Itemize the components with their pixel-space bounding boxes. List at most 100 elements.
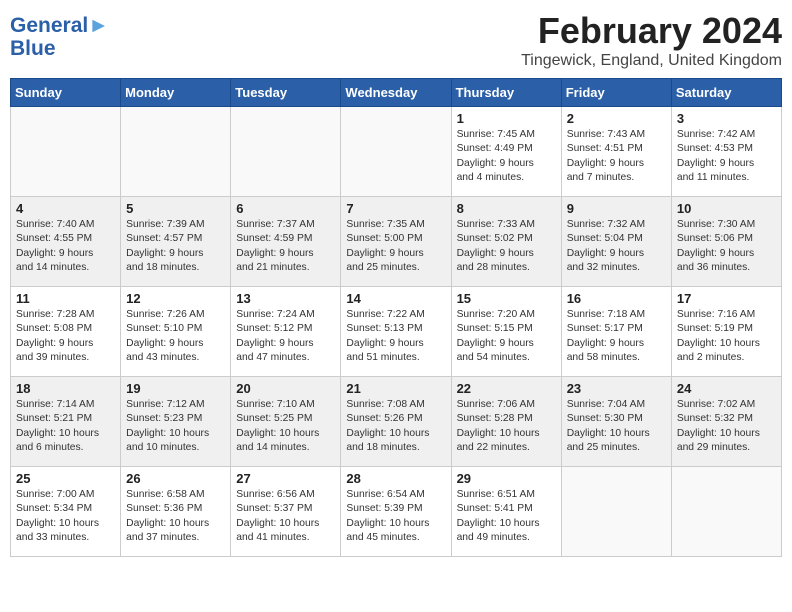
day-number: 26 bbox=[126, 471, 225, 486]
day-number: 7 bbox=[346, 201, 445, 216]
day-cell: 5Sunrise: 7:39 AM Sunset: 4:57 PM Daylig… bbox=[121, 197, 231, 287]
col-header-saturday: Saturday bbox=[671, 79, 781, 107]
day-info: Sunrise: 7:40 AM Sunset: 4:55 PM Dayligh… bbox=[16, 218, 115, 276]
day-info: Sunrise: 7:24 AM Sunset: 5:12 PM Dayligh… bbox=[236, 308, 335, 366]
day-cell: 13 Sunrise: 7:24 AM Sunset: 5:12 PM Dayli… bbox=[231, 287, 341, 377]
day-cell: 3 Sunrise: 7:42 AM Sunset: 4:53 PM Daylig… bbox=[671, 107, 781, 197]
day-info: Sunrise: 7:16 AM Sunset: 5:19 PM Dayligh… bbox=[677, 308, 776, 366]
day-cell: 18 Sunrise: 7:14 AM Sunset: 5:21 PM Dayli… bbox=[11, 377, 121, 467]
day-number: 14 bbox=[346, 291, 445, 306]
day-info: Sunrise: 7:35 AM Sunset: 5:00 PM Dayligh… bbox=[346, 218, 445, 276]
day-cell: 1 Sunrise: 7:45 AM Sunset: 4:49 PM Daylig… bbox=[451, 107, 561, 197]
col-header-monday: Monday bbox=[121, 79, 231, 107]
day-cell: 4 Sunrise: 7:40 AM Sunset: 4:55 PM Daylig… bbox=[11, 197, 121, 287]
day-cell: 26 Sunrise: 6:58 AM Sunset: 5:36 PM Dayli… bbox=[121, 467, 231, 557]
day-info: Sunrise: 7:43 AM Sunset: 4:51 PM Dayligh… bbox=[567, 128, 666, 186]
day-info: Sunrise: 7:14 AM Sunset: 5:21 PM Dayligh… bbox=[16, 398, 115, 456]
day-cell: 27 Sunrise: 6:56 AM Sunset: 5:37 PM Dayli… bbox=[231, 467, 341, 557]
day-info: Sunrise: 7:20 AM Sunset: 5:15 PM Dayligh… bbox=[457, 308, 556, 366]
day-number: 25 bbox=[16, 471, 115, 486]
week-row-4: 18 Sunrise: 7:14 AM Sunset: 5:21 PM Dayli… bbox=[11, 377, 782, 467]
day-cell: 15 Sunrise: 7:20 AM Sunset: 5:15 PM Dayli… bbox=[451, 287, 561, 377]
location-title: Tingewick, England, United Kingdom bbox=[521, 52, 782, 70]
col-header-friday: Friday bbox=[561, 79, 671, 107]
day-number: 12 bbox=[126, 291, 225, 306]
col-header-tuesday: Tuesday bbox=[231, 79, 341, 107]
day-cell bbox=[231, 107, 341, 197]
calendar: SundayMondayTuesdayWednesdayThursdayFrid… bbox=[10, 78, 782, 557]
day-info: Sunrise: 7:00 AM Sunset: 5:34 PM Dayligh… bbox=[16, 488, 115, 546]
day-info: Sunrise: 7:18 AM Sunset: 5:17 PM Dayligh… bbox=[567, 308, 666, 366]
week-row-3: 11Sunrise: 7:28 AM Sunset: 5:08 PM Dayli… bbox=[11, 287, 782, 377]
day-cell: 14Sunrise: 7:22 AM Sunset: 5:13 PM Dayli… bbox=[341, 287, 451, 377]
day-info: Sunrise: 7:33 AM Sunset: 5:02 PM Dayligh… bbox=[457, 218, 556, 276]
day-number: 27 bbox=[236, 471, 335, 486]
day-cell: 6Sunrise: 7:37 AM Sunset: 4:59 PM Daylig… bbox=[231, 197, 341, 287]
col-header-thursday: Thursday bbox=[451, 79, 561, 107]
day-cell: 22 Sunrise: 7:06 AM Sunset: 5:28 PM Dayli… bbox=[451, 377, 561, 467]
day-number: 18 bbox=[16, 381, 115, 396]
day-cell: 21 Sunrise: 7:08 AM Sunset: 5:26 PM Dayli… bbox=[341, 377, 451, 467]
day-info: Sunrise: 7:04 AM Sunset: 5:30 PM Dayligh… bbox=[567, 398, 666, 456]
day-number: 1 bbox=[457, 111, 556, 126]
day-number: 22 bbox=[457, 381, 556, 396]
day-info: Sunrise: 7:08 AM Sunset: 5:26 PM Dayligh… bbox=[346, 398, 445, 456]
day-cell: 19Sunrise: 7:12 AM Sunset: 5:23 PM Dayli… bbox=[121, 377, 231, 467]
day-cell bbox=[341, 107, 451, 197]
day-number: 9 bbox=[567, 201, 666, 216]
day-number: 29 bbox=[457, 471, 556, 486]
day-cell: 25 Sunrise: 7:00 AM Sunset: 5:34 PM Dayli… bbox=[11, 467, 121, 557]
day-cell: 20Sunrise: 7:10 AM Sunset: 5:25 PM Dayli… bbox=[231, 377, 341, 467]
day-info: Sunrise: 7:28 AM Sunset: 5:08 PM Dayligh… bbox=[16, 308, 115, 366]
day-info: Sunrise: 7:26 AM Sunset: 5:10 PM Dayligh… bbox=[126, 308, 225, 366]
day-cell bbox=[561, 467, 671, 557]
col-header-wednesday: Wednesday bbox=[341, 79, 451, 107]
day-number: 3 bbox=[677, 111, 776, 126]
day-cell: 23Sunrise: 7:04 AM Sunset: 5:30 PM Dayli… bbox=[561, 377, 671, 467]
logo-line2: Blue bbox=[10, 37, 109, 60]
day-cell: 12 Sunrise: 7:26 AM Sunset: 5:10 PM Dayli… bbox=[121, 287, 231, 377]
day-info: Sunrise: 7:32 AM Sunset: 5:04 PM Dayligh… bbox=[567, 218, 666, 276]
day-cell: 9 Sunrise: 7:32 AM Sunset: 5:04 PM Daylig… bbox=[561, 197, 671, 287]
day-info: Sunrise: 6:54 AM Sunset: 5:39 PM Dayligh… bbox=[346, 488, 445, 546]
day-cell bbox=[11, 107, 121, 197]
day-info: Sunrise: 7:42 AM Sunset: 4:53 PM Dayligh… bbox=[677, 128, 776, 186]
month-title: February 2024 bbox=[521, 10, 782, 52]
day-number: 17 bbox=[677, 291, 776, 306]
day-cell bbox=[121, 107, 231, 197]
day-info: Sunrise: 7:39 AM Sunset: 4:57 PM Dayligh… bbox=[126, 218, 225, 276]
day-cell: 17 Sunrise: 7:16 AM Sunset: 5:19 PM Dayli… bbox=[671, 287, 781, 377]
day-cell: 7 Sunrise: 7:35 AM Sunset: 5:00 PM Daylig… bbox=[341, 197, 451, 287]
day-info: Sunrise: 7:30 AM Sunset: 5:06 PM Dayligh… bbox=[677, 218, 776, 276]
week-row-5: 25 Sunrise: 7:00 AM Sunset: 5:34 PM Dayli… bbox=[11, 467, 782, 557]
day-cell: 16 Sunrise: 7:18 AM Sunset: 5:17 PM Dayli… bbox=[561, 287, 671, 377]
day-number: 4 bbox=[16, 201, 115, 216]
week-row-2: 4 Sunrise: 7:40 AM Sunset: 4:55 PM Daylig… bbox=[11, 197, 782, 287]
day-info: Sunrise: 6:51 AM Sunset: 5:41 PM Dayligh… bbox=[457, 488, 556, 546]
day-number: 24 bbox=[677, 381, 776, 396]
day-number: 15 bbox=[457, 291, 556, 306]
logo: General► Blue bbox=[10, 14, 109, 60]
calendar-header-row: SundayMondayTuesdayWednesdayThursdayFrid… bbox=[11, 79, 782, 107]
day-number: 8 bbox=[457, 201, 556, 216]
day-cell: 24Sunrise: 7:02 AM Sunset: 5:32 PM Dayli… bbox=[671, 377, 781, 467]
day-number: 2 bbox=[567, 111, 666, 126]
day-info: Sunrise: 7:06 AM Sunset: 5:28 PM Dayligh… bbox=[457, 398, 556, 456]
day-number: 28 bbox=[346, 471, 445, 486]
day-number: 21 bbox=[346, 381, 445, 396]
day-info: Sunrise: 6:56 AM Sunset: 5:37 PM Dayligh… bbox=[236, 488, 335, 546]
day-info: Sunrise: 7:37 AM Sunset: 4:59 PM Dayligh… bbox=[236, 218, 335, 276]
title-block: February 2024 Tingewick, England, United… bbox=[521, 10, 782, 70]
day-cell: 2 Sunrise: 7:43 AM Sunset: 4:51 PM Daylig… bbox=[561, 107, 671, 197]
day-number: 13 bbox=[236, 291, 335, 306]
logo-line1: General► bbox=[10, 14, 109, 37]
day-number: 16 bbox=[567, 291, 666, 306]
day-cell: 10 Sunrise: 7:30 AM Sunset: 5:06 PM Dayli… bbox=[671, 197, 781, 287]
col-header-sunday: Sunday bbox=[11, 79, 121, 107]
day-number: 20 bbox=[236, 381, 335, 396]
day-info: Sunrise: 6:58 AM Sunset: 5:36 PM Dayligh… bbox=[126, 488, 225, 546]
header: General► Blue February 2024 Tingewick, E… bbox=[10, 10, 782, 70]
day-info: Sunrise: 7:45 AM Sunset: 4:49 PM Dayligh… bbox=[457, 128, 556, 186]
day-number: 10 bbox=[677, 201, 776, 216]
day-number: 19 bbox=[126, 381, 225, 396]
